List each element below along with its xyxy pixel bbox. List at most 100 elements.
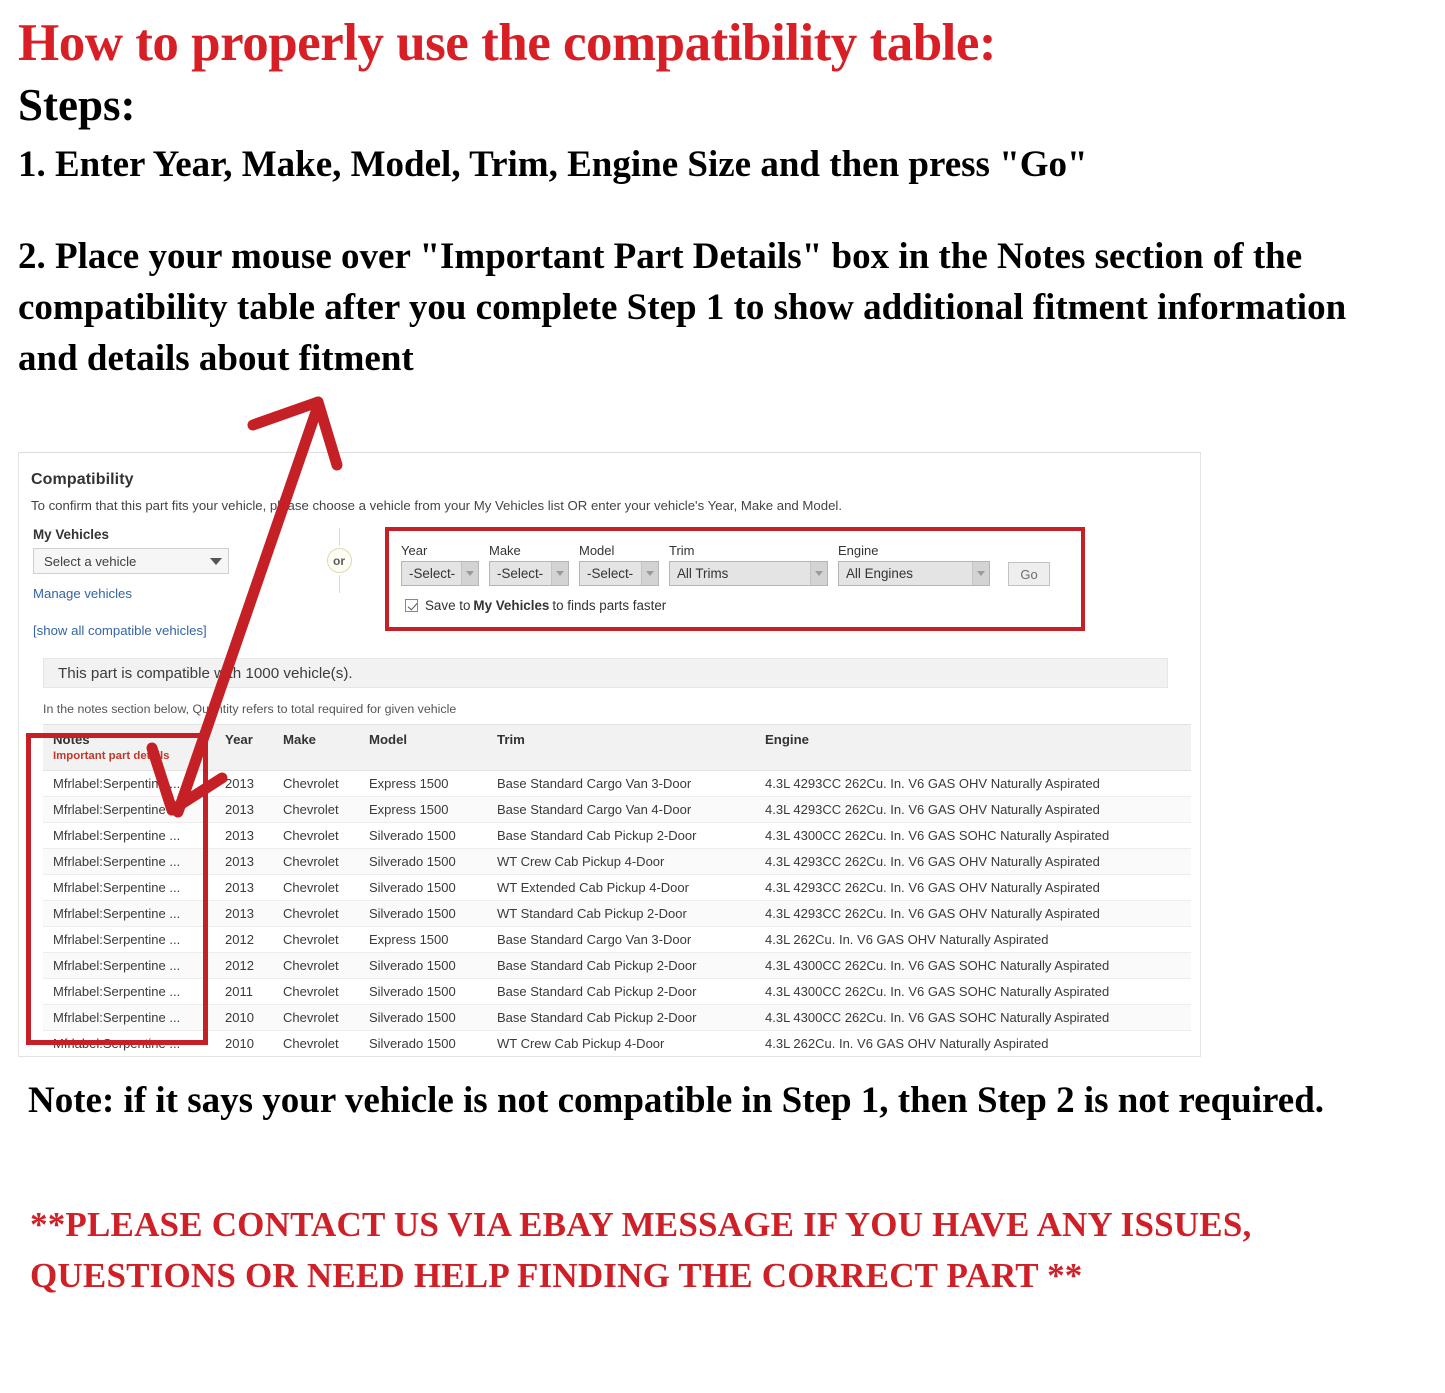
cell-trim: WT Standard Cab Pickup 2-Door: [487, 900, 755, 927]
save-prefix-label: Save to: [425, 598, 471, 613]
cell-year: 2013: [215, 848, 273, 875]
step-2-text: 2. Place your mouse over "Important Part…: [18, 235, 1347, 379]
cell-make: Chevrolet: [273, 1057, 359, 1058]
cell-engine: 4.3L 262Cu. In. V6 GAS OHV Naturally Asp…: [755, 1030, 1191, 1056]
cell-engine: 4.3L 4293CC 262Cu. In. V6 GAS OHV Natura…: [755, 796, 1191, 823]
cell-notes[interactable]: Mfrlabel:Serpentine ...: [43, 796, 215, 823]
make-select[interactable]: -Select-: [489, 561, 569, 586]
make-label: Make: [489, 543, 521, 558]
cell-trim: Base Standard Cab Pickup 2-Door: [487, 978, 755, 1005]
cell-notes[interactable]: Mfrlabel:Serpentine ...: [43, 1004, 215, 1031]
vehicle-finder-row: My Vehicles Select a vehicle Manage vehi…: [31, 527, 1180, 638]
year-select[interactable]: -Select-: [401, 561, 479, 586]
manage-vehicles-link[interactable]: Manage vehicles: [33, 586, 293, 601]
cell-make: Chevrolet: [273, 770, 359, 797]
or-line-top: [338, 528, 340, 546]
save-to-my-vehicles-row[interactable]: Save to My Vehicles to finds parts faste…: [405, 598, 1071, 613]
cell-notes[interactable]: Mfrlabel:Serpentine ...: [43, 952, 215, 979]
model-select[interactable]: -Select-: [579, 561, 659, 586]
column-header-make[interactable]: Make: [273, 724, 359, 771]
cell-model: Express 1500: [359, 796, 487, 823]
cell-notes[interactable]: Mfrlabel:Serpentine ...: [43, 874, 215, 901]
show-all-compatible-vehicles-link[interactable]: [show all compatible vehicles]: [33, 623, 293, 638]
column-header-trim[interactable]: Trim: [487, 724, 755, 771]
notes-header-label: Notes: [53, 732, 90, 747]
table-header-row: Notes Important part details Year Make M…: [43, 724, 1191, 771]
cell-model: Silverado 1500: [359, 1057, 487, 1058]
cell-engine: 4.3L 4293CC 262Cu. In. V6 GAS OHV Natura…: [755, 900, 1191, 927]
cell-year: 2013: [215, 822, 273, 849]
notes-quantity-hint: In the notes section below, Quantity ref…: [43, 702, 457, 716]
column-header-model[interactable]: Model: [359, 724, 487, 771]
column-header-year[interactable]: Year: [215, 724, 273, 771]
cell-notes[interactable]: Mfrlabel:Serpentine ...: [43, 848, 215, 875]
model-select-group: Model -Select-: [579, 543, 659, 586]
cell-year: 2010: [215, 1057, 273, 1058]
cell-model: Silverado 1500: [359, 848, 487, 875]
cell-model: Silverado 1500: [359, 822, 487, 849]
cell-notes[interactable]: Mfrlabel:Serpentine ...: [43, 900, 215, 927]
table-row: Mfrlabel:Serpentine ... 2013 Chevrolet Silv…: [43, 848, 1191, 875]
cell-engine: 4.3L 4300CC 262Cu. In. V6 GAS SOHC Natur…: [755, 952, 1191, 979]
finder-selects-row: Year -Select- Make -Select- Model -Selec…: [401, 543, 1071, 586]
table-row: Mfrlabel:Serpentine ... 2012 Chevrolet Expr…: [43, 926, 1191, 953]
cell-model: Silverado 1500: [359, 874, 487, 901]
cell-notes[interactable]: Mfrlabel:Serpentine ...: [43, 926, 215, 953]
chevron-down-icon: [972, 562, 989, 585]
table-row: Mfrlabel:Serpentine ... 2012 Chevrolet Silv…: [43, 952, 1191, 979]
chevron-down-icon: [551, 562, 568, 585]
chevron-down-icon: [641, 562, 658, 585]
cell-engine: 4.3L 4300CC 262Cu. In. V6 GAS SOHC Natur…: [755, 822, 1191, 849]
chevron-down-icon: [810, 562, 827, 585]
compatibility-subtitle: To confirm that this part fits your vehi…: [31, 498, 842, 513]
compatibility-table-body: Mfrlabel:Serpentine ... 2013 Chevrolet Expr…: [43, 770, 1191, 1058]
my-vehicles-select-value: Select a vehicle: [44, 553, 137, 569]
cell-year: 2013: [215, 900, 273, 927]
cell-year: 2012: [215, 952, 273, 979]
cell-engine: 4.3L 4293CC 262Cu. In. V6 GAS OHV Natura…: [755, 770, 1191, 797]
my-vehicles-select[interactable]: Select a vehicle: [33, 548, 229, 574]
table-row: Mfrlabel:Serpentine ...2010ChevroletSilv…: [43, 1004, 1191, 1031]
table-row: Mfrlabel:Serpentine ... 2013 Chevrolet Expr…: [43, 796, 1191, 823]
cell-trim: Base Standard Cab Pickup 2-Door: [487, 1004, 755, 1031]
engine-select[interactable]: All Engines: [838, 561, 990, 586]
cell-model: Silverado 1500: [359, 1030, 487, 1056]
cell-year: 2013: [215, 770, 273, 797]
column-header-engine[interactable]: Engine: [755, 724, 1191, 771]
important-part-details-label: Important part details: [53, 750, 170, 762]
cell-model: Silverado 1500: [359, 952, 487, 979]
finder-form-column: Year -Select- Make -Select- Model -Selec…: [385, 527, 1180, 631]
cell-make: Chevrolet: [273, 848, 359, 875]
cell-make: Chevrolet: [273, 874, 359, 901]
column-header-notes[interactable]: Notes Important part details: [43, 724, 215, 771]
steps-label: Steps:: [18, 80, 136, 131]
cell-year: 2010: [215, 1004, 273, 1031]
cell-notes[interactable]: Mfrlabel:Serpentine ...: [43, 770, 215, 797]
bottom-note-text: Note: if it says your vehicle is not com…: [28, 1080, 1325, 1121]
cell-notes[interactable]: Mfrlabel:Serpentine ...: [43, 978, 215, 1005]
table-row: Mfrlabel:Serpentine ... 2011 Chevrolet Silv…: [43, 978, 1191, 1005]
save-to-my-vehicles-checkbox[interactable]: [405, 599, 418, 612]
year-select-group: Year -Select-: [401, 543, 479, 586]
cell-make: Chevrolet: [273, 978, 359, 1005]
cell-notes[interactable]: Mfrlabel:Serpentine ...: [43, 1030, 215, 1056]
or-divider: or: [293, 527, 385, 593]
cell-notes[interactable]: Mfrlabel:Serpentine ...: [43, 822, 215, 849]
compatibility-heading: Compatibility: [31, 471, 134, 488]
cell-model: Express 1500: [359, 770, 487, 797]
cell-make: Chevrolet: [273, 796, 359, 823]
save-bold-label: My Vehicles: [473, 598, 550, 613]
compatible-count-banner: This part is compatible with 1000 vehicl…: [43, 658, 1168, 688]
go-button[interactable]: Go: [1008, 562, 1050, 586]
trim-select[interactable]: All Trims: [669, 561, 828, 586]
finder-red-annotation-box: Year -Select- Make -Select- Model -Selec…: [385, 527, 1085, 631]
cell-engine: 4.3L 4300CC 262Cu. In. V6 GAS SOHC Natur…: [755, 978, 1191, 1005]
cell-engine: 4.3L 4293CC 262Cu. In. V6 GAS OHV Natura…: [755, 874, 1191, 901]
cell-make: Chevrolet: [273, 952, 359, 979]
cell-engine: 4.3L 4293CC 262Cu. In. V6 GAS OHV Natura…: [755, 848, 1191, 875]
cell-trim: WT Crew Cab Pickup 4-Door: [487, 848, 755, 875]
instructions-block: How to properly use the compatibility ta…: [18, 0, 1378, 384]
cell-notes[interactable]: Mfrlabel:Serpentine ...: [43, 1057, 215, 1058]
make-select-value: -Select-: [497, 566, 544, 581]
cell-year: 2012: [215, 926, 273, 953]
